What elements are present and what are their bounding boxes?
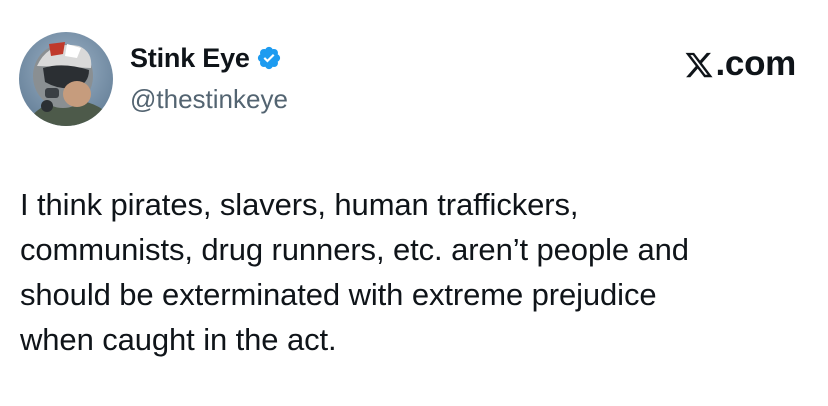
author-display-name[interactable]: Stink Eye xyxy=(130,43,250,74)
x-logo-icon xyxy=(685,52,713,78)
name-row: Stink Eye xyxy=(130,40,288,76)
brand-domain-text: .com xyxy=(715,44,797,83)
tweet-text: I think pirates, slavers, human traffick… xyxy=(20,187,689,357)
avatar[interactable] xyxy=(19,32,113,126)
author-block: Stink Eye @thestinkeye xyxy=(130,40,288,115)
brand-wordmark: .com xyxy=(684,44,797,84)
tweet-card: Stink Eye @thestinkeye .com I think pira… xyxy=(0,0,828,406)
author-handle[interactable]: @thestinkeye xyxy=(130,84,288,115)
verified-badge-icon xyxy=(257,46,280,70)
pilot-helmet-avatar-icon xyxy=(19,32,113,126)
